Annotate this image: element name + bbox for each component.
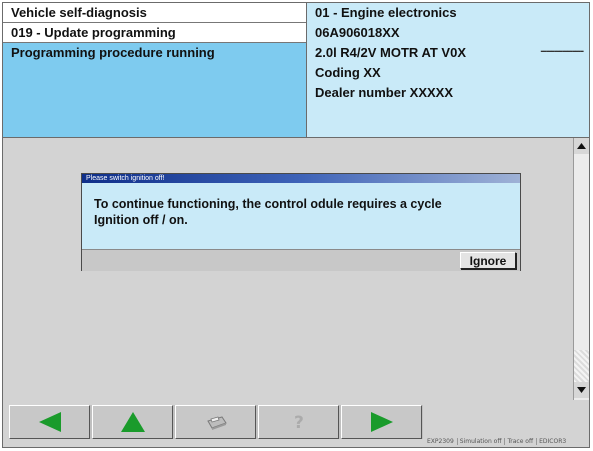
part-number: 06A906018XX: [315, 25, 400, 40]
dialog-button-bar: Ignore: [82, 249, 520, 271]
dialog-message: To continue functioning, the control odu…: [94, 196, 509, 228]
bottom-toolbar: ?: [9, 405, 423, 439]
up-arrow-icon: [120, 412, 145, 432]
scroll-up-arrow-icon[interactable]: [574, 138, 589, 154]
left-arrow-icon: [38, 412, 61, 432]
status-bar: EXP2309 Simulation off Trace off EDICOR3: [427, 436, 587, 446]
nav-row-label: Programming procedure running: [11, 45, 215, 60]
dialog-message-line-2: Ignition off / on.: [94, 213, 188, 227]
dealer-number: Dealer number XXXXX: [315, 85, 453, 100]
forward-button[interactable]: [341, 405, 422, 439]
help-icon: ?: [294, 413, 304, 432]
dashes-placeholder: ----------------: [540, 45, 584, 57]
ignore-button[interactable]: Ignore: [460, 252, 516, 269]
dialog-title-bar: Please switch ignition off!: [82, 174, 520, 183]
status-trace: Trace off: [504, 437, 533, 445]
navigation-panel: Vehicle self-diagnosis 019 - Update prog…: [3, 3, 307, 138]
nav-row-update-programming[interactable]: 019 - Update programming: [3, 23, 306, 43]
module-name: 01 - Engine electronics: [315, 5, 457, 20]
status-version: EXP2309: [427, 437, 454, 445]
dialog-message-line-1: To continue functioning, the control odu…: [94, 197, 442, 211]
control-module-info-panel: 01 - Engine electronics 06A906018XX ----…: [307, 3, 589, 138]
print-button[interactable]: [175, 405, 256, 439]
scroll-down-arrow-icon[interactable]: [574, 382, 589, 398]
svg-text:?: ?: [294, 413, 304, 432]
status-simulation: Simulation off: [456, 437, 501, 445]
vertical-scrollbar[interactable]: [573, 138, 589, 400]
help-button[interactable]: ?: [258, 405, 339, 439]
scroll-thumb[interactable]: [574, 350, 589, 382]
nav-row-vehicle-self-diagnosis[interactable]: Vehicle self-diagnosis: [3, 3, 306, 23]
engine-description: 2.0l R4/2V MOTR AT V0X: [315, 45, 466, 60]
ignition-cycle-dialog: Please switch ignition off! To continue …: [81, 173, 521, 271]
application-window: Vehicle self-diagnosis 019 - Update prog…: [2, 2, 590, 448]
nav-row-programming-running[interactable]: Programming procedure running: [3, 43, 306, 137]
right-arrow-icon: [370, 412, 393, 432]
printer-icon: [206, 416, 227, 430]
jump-up-button[interactable]: [92, 405, 173, 439]
status-edicor: EDICOR3: [536, 437, 566, 445]
back-button[interactable]: [9, 405, 90, 439]
coding-value: Coding XX: [315, 65, 381, 80]
